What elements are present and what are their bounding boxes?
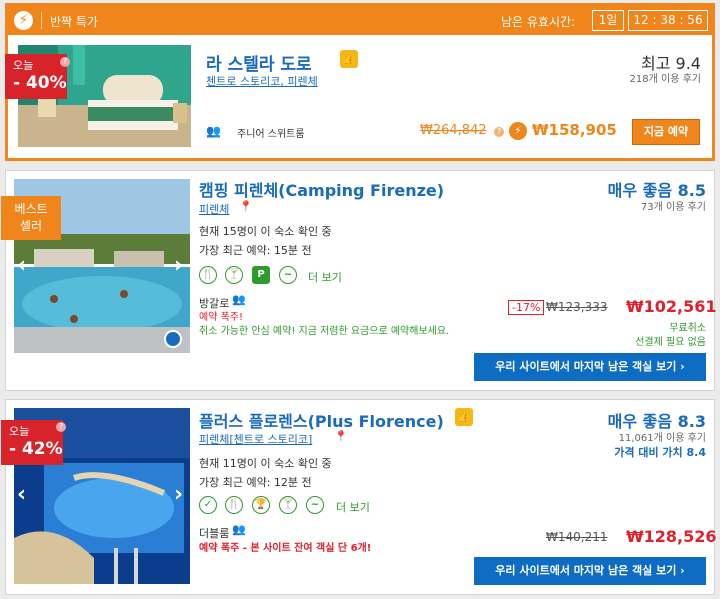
pool-icon: ~ xyxy=(279,266,297,284)
map-pin-icon[interactable]: 📍 xyxy=(334,430,348,443)
urgency-message: 예약 폭주! xyxy=(199,312,243,323)
deal-price: ₩102,561 xyxy=(626,297,717,316)
discount-tag: -17% xyxy=(508,300,545,315)
cta-label: 우리 사이트에서 마지막 남은 객실 보기 xyxy=(495,360,677,373)
badge-line1: 베스트 xyxy=(14,202,48,216)
prev-photo-arrow[interactable]: ‹ xyxy=(17,253,26,278)
last-booked: 가장 최근 예약: 12분 전 xyxy=(199,476,312,489)
lightning-deal-icon: ⚡ xyxy=(509,122,527,140)
guests-icon: 👥 xyxy=(232,523,246,536)
guests-icon: 👥 xyxy=(232,293,246,306)
last-booked: 가장 최근 예약: 15분 전 xyxy=(199,244,312,257)
view-last-rooms-button[interactable]: 우리 사이트에서 마지막 남은 객실 보기 › xyxy=(474,353,706,381)
bestseller-badge: 베스트 셀러 xyxy=(1,196,61,240)
flash-deal-header: ⚡ 반짝 특가 남은 유효시간: 1일 12 : 38 : 56 xyxy=(8,6,712,35)
viewing-now: 현재 15명이 이 숙소 확인 중 xyxy=(199,225,332,238)
viewing-now: 현재 11명이 이 숙소 확인 중 xyxy=(199,457,332,470)
lightning-icon: ⚡ xyxy=(14,11,33,30)
header-divider xyxy=(41,12,42,29)
more-amenities-link[interactable]: 더 보기 xyxy=(308,269,342,285)
deal-price: ₩128,526 xyxy=(626,527,717,546)
trophy-icon: 🏆 xyxy=(252,496,270,514)
train-station-icon xyxy=(164,330,182,348)
cta-label: 우리 사이트에서 마지막 남은 객실 보기 xyxy=(495,564,677,577)
thumbs-up-icon: 👍 xyxy=(340,50,358,68)
room-type: 주니어 스위트룸 xyxy=(237,129,305,140)
badge-discount-value: - 40% xyxy=(13,73,67,93)
guests-icon: 👥 xyxy=(206,124,221,138)
hotel-card: ‹ › 오늘 - 42% ? 플러스 플로렌스(Plus Florence) 👍… xyxy=(1,399,717,595)
view-last-rooms-button[interactable]: 우리 사이트에서 마지막 남은 객실 보기 › xyxy=(474,557,706,585)
help-icon[interactable]: ? xyxy=(56,422,66,432)
badge-today-label: 오늘 xyxy=(13,59,34,72)
original-price: ₩123,333 xyxy=(546,300,608,314)
no-prepayment: 선결제 필요 없음 xyxy=(635,337,706,348)
hotel-name[interactable]: 플러스 플로렌스(Plus Florence) xyxy=(199,408,444,432)
next-photo-arrow[interactable]: › xyxy=(174,482,183,507)
hotel-location-link[interactable]: 첸트로 스토리코, 피렌체 xyxy=(206,73,318,89)
remaining-time-label: 남은 유효시간: xyxy=(501,15,576,29)
hotel-card: ‹ › 베스트 셀러 캠핑 피렌체(Camping Firenze) 피렌체 📍… xyxy=(1,170,717,391)
prev-photo-arrow[interactable]: ‹ xyxy=(17,482,26,507)
cancellation-note: 취소 가능한 안심 예약! 지금 저렴한 요금으로 예약해보세요. xyxy=(199,326,450,337)
urgency-message: 예약 폭주 - 본 사이트 잔여 객실 단 6개! xyxy=(199,543,372,554)
countdown-days: 1일 xyxy=(592,10,624,31)
review-count[interactable]: 218개 이용 후기 xyxy=(568,70,701,85)
help-icon[interactable]: ? xyxy=(60,57,70,67)
hotel-location-link[interactable]: 피렌체 xyxy=(199,201,229,217)
book-now-button[interactable]: 지금 예약 xyxy=(632,119,700,145)
value-for-money: 가격 대비 가치 8.4 xyxy=(614,446,706,459)
map-pin-icon[interactable]: 📍 xyxy=(239,200,253,213)
countdown-time: 12 : 38 : 56 xyxy=(628,10,708,31)
parking-icon: P xyxy=(252,266,270,284)
discount-badge: 오늘 - 42% xyxy=(1,420,63,465)
price-help-icon[interactable]: ? xyxy=(494,127,504,137)
free-cancellation: 무료취소 xyxy=(669,323,706,334)
review-count[interactable]: 11,061개 이용 후기 xyxy=(546,429,706,444)
check-icon: ✓ xyxy=(199,496,217,514)
hotel-location-link[interactable]: 피렌체[첸트로 스토리코] xyxy=(199,431,312,447)
review-count[interactable]: 73개 이용 후기 xyxy=(546,198,706,213)
original-price: ₩264,842 xyxy=(420,123,487,138)
badge-line2: 셀러 xyxy=(19,219,43,233)
hotel-name[interactable]: 캠핑 피렌체(Camping Firenze) xyxy=(199,177,444,201)
bar-icon: 🍸 xyxy=(279,496,297,514)
pool-icon: ~ xyxy=(306,496,324,514)
original-price: ₩140,211 xyxy=(546,530,608,544)
flash-deal-title: 반짝 특가 xyxy=(50,15,98,29)
badge-discount-value: - 42% xyxy=(9,439,63,459)
more-amenities-link[interactable]: 더 보기 xyxy=(336,499,370,515)
discount-badge: 오늘 - 40% xyxy=(5,54,67,99)
deal-price: ₩158,905 xyxy=(532,121,617,139)
hotel-name[interactable]: 라 스텔라 도로 xyxy=(206,50,312,75)
bar-icon: 🍸 xyxy=(225,266,243,284)
next-photo-arrow[interactable]: › xyxy=(174,253,183,278)
restaurant-icon: 🍴 xyxy=(225,496,243,514)
badge-today-label: 오늘 xyxy=(9,425,30,438)
flash-deal-card: ⚡ 반짝 특가 남은 유효시간: 1일 12 : 38 : 56 오늘 - 40… xyxy=(5,3,715,161)
restaurant-icon: 🍴 xyxy=(199,266,217,284)
thumbs-up-icon: 👍 xyxy=(455,408,473,426)
